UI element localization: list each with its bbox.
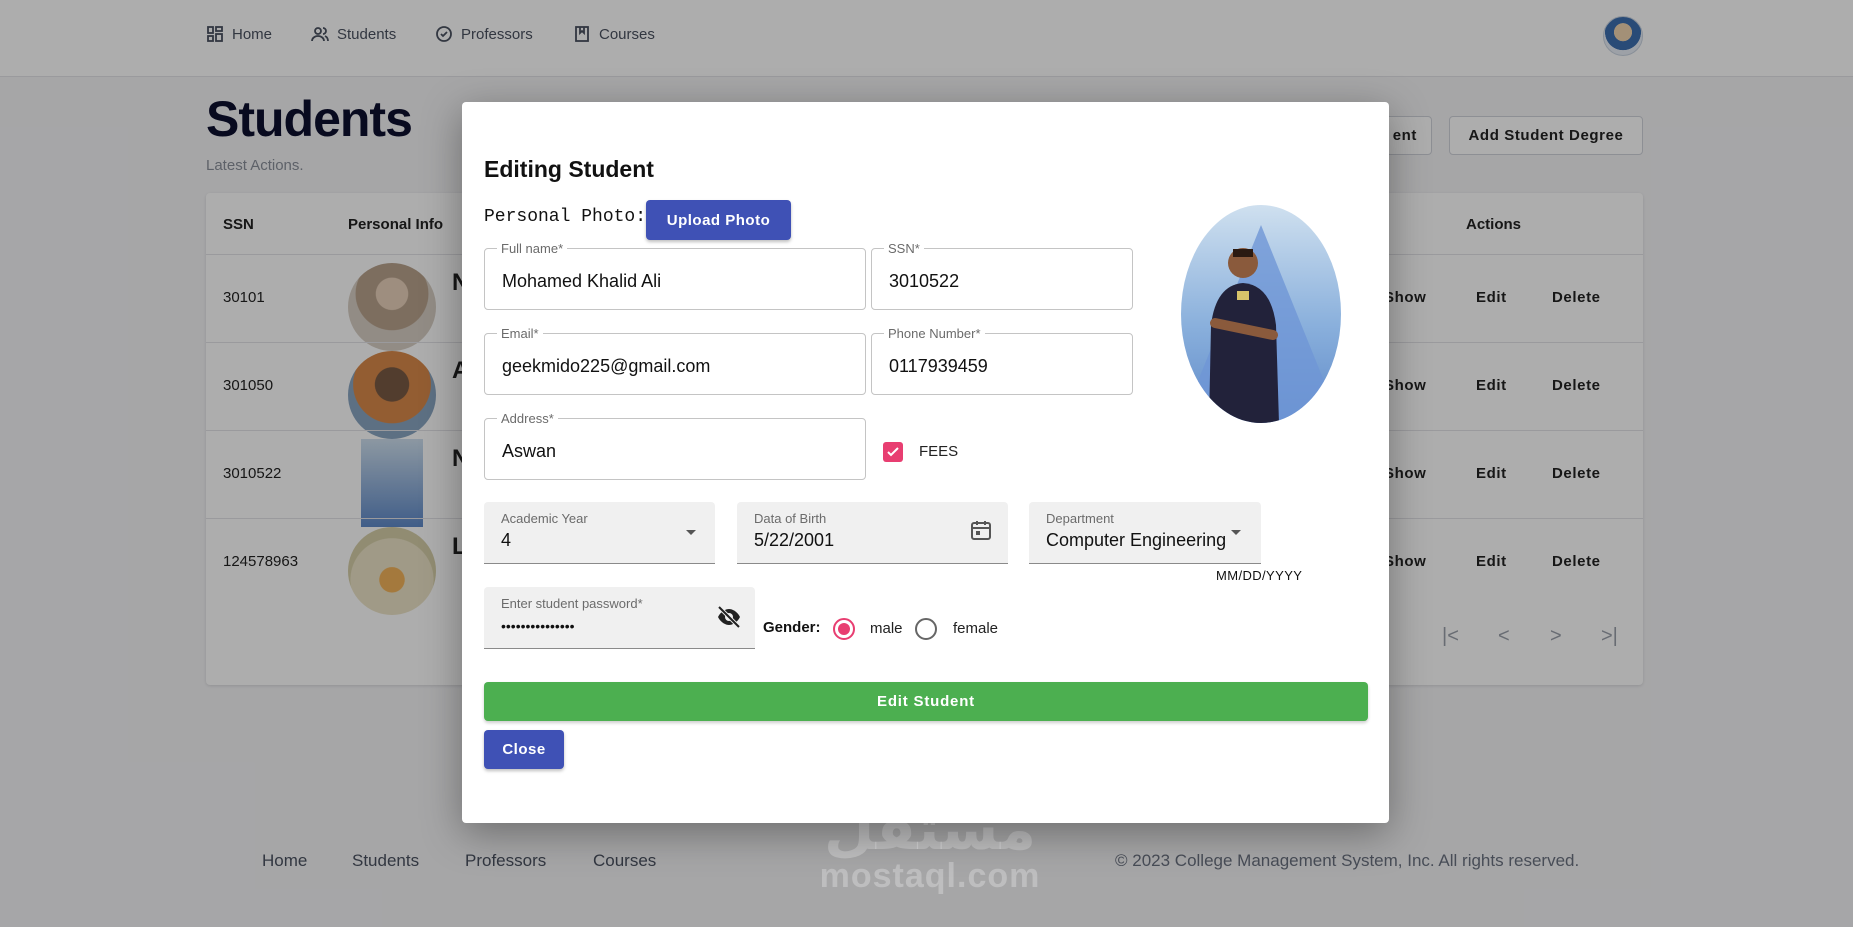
address-field[interactable]: Address* Aswan xyxy=(484,411,866,480)
edit-student-dialog: Editing Student Personal Photo: Upload P… xyxy=(462,102,1389,823)
address-label: Address* xyxy=(497,411,558,426)
gender-male-label: male xyxy=(870,620,903,637)
full-name-label: Full name* xyxy=(497,241,568,256)
dialog-title: Editing Student xyxy=(484,156,654,182)
personal-photo-label: Personal Photo: xyxy=(484,207,647,227)
date-of-birth-field[interactable]: Data of Birth 5/22/2001 xyxy=(737,502,1008,564)
full-name-value: Mohamed Khalid Ali xyxy=(502,271,662,291)
dob-label: Data of Birth xyxy=(754,511,827,526)
watermark-latin: mostaql.com xyxy=(819,857,1041,895)
gender-female-radio[interactable] xyxy=(915,618,937,640)
password-field[interactable]: Enter student password* ••••••••••••••• xyxy=(484,587,755,649)
department-label: Department xyxy=(1046,511,1114,526)
ssn-value: 3010522 xyxy=(889,271,960,291)
phone-value: 0117939459 xyxy=(889,356,988,376)
dob-value: 5/22/2001 xyxy=(754,530,835,550)
gender-label: Gender: xyxy=(763,619,821,636)
gender-female-label: female xyxy=(953,620,999,637)
email-label: Email* xyxy=(497,326,543,341)
edit-student-button[interactable]: Edit Student xyxy=(484,682,1368,721)
check-icon xyxy=(887,447,899,457)
calendar-icon[interactable] xyxy=(969,518,993,542)
close-button[interactable]: Close xyxy=(484,730,564,769)
dob-helper-text: MM/DD/YYYY xyxy=(1216,568,1303,583)
ssn-field[interactable]: SSN* 3010522 xyxy=(871,241,1133,310)
academic-year-label: Academic Year xyxy=(501,511,588,526)
academic-year-select[interactable]: Academic Year 4 xyxy=(484,502,715,564)
full-name-field[interactable]: Full name* Mohamed Khalid Ali xyxy=(484,241,866,310)
fees-label: FEES xyxy=(919,443,959,460)
chevron-down-icon xyxy=(686,530,696,535)
phone-field[interactable]: Phone Number* 0117939459 xyxy=(871,326,1133,395)
chevron-down-icon xyxy=(1231,530,1241,535)
academic-year-value: 4 xyxy=(501,530,512,550)
eye-off-icon[interactable] xyxy=(716,605,742,629)
gender-male-radio[interactable] xyxy=(833,618,855,640)
fees-checkbox[interactable] xyxy=(883,442,903,462)
address-value: Aswan xyxy=(502,441,557,461)
department-value: Computer Engineering xyxy=(1046,530,1227,550)
student-photo-illustration xyxy=(1181,225,1341,423)
ssn-label: SSN* xyxy=(884,241,924,256)
email-value: geekmido225@gmail.com xyxy=(502,356,711,376)
password-value: ••••••••••••••• xyxy=(501,618,575,634)
student-photo xyxy=(1181,205,1341,423)
password-label: Enter student password* xyxy=(501,596,643,611)
email-field[interactable]: Email* geekmido225@gmail.com xyxy=(484,326,866,395)
upload-photo-button[interactable]: Upload Photo xyxy=(646,200,791,240)
department-select[interactable]: Department Computer Engineering xyxy=(1029,502,1261,564)
phone-label: Phone Number* xyxy=(884,326,985,341)
